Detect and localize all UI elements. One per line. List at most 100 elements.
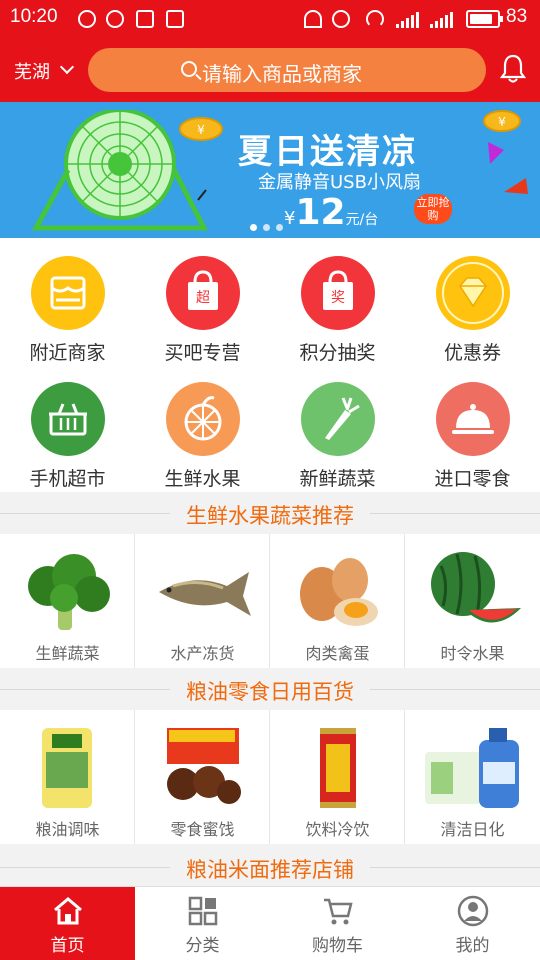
section-header-fresh: 生鲜水果蔬菜推荐 [0, 492, 540, 534]
bell-icon[interactable] [500, 54, 526, 84]
category-points-lottery[interactable]: 奖 积分抽奖 [270, 256, 405, 365]
search-bar[interactable]: 请输入商品或商家 [88, 48, 486, 92]
category-label: 附近商家 [29, 342, 106, 364]
tab-categories[interactable]: 分类 [135, 887, 270, 960]
cell-signal-4g-icon [430, 12, 453, 28]
product-cell-fresh-vegetables[interactable]: 生鲜蔬菜 [0, 534, 135, 668]
category-fresh-fruit[interactable]: 生鲜水果 [135, 382, 270, 491]
category-label: 进口零食 [434, 468, 511, 490]
tab-label: 首页 [50, 936, 85, 956]
category-label: 买吧专营 [164, 342, 241, 364]
drink-can-icon [320, 728, 356, 808]
sync-icon [78, 10, 96, 28]
product-cell-drinks[interactable]: 饮料冷饮 [270, 710, 405, 844]
category-grid: 附近商家 超 买吧专营 奖 积分抽奖 优惠券 手机超市 生鲜水果 新鲜蔬菜 进口… [0, 238, 540, 492]
image-icon [136, 10, 154, 28]
cell-signal-icon [396, 12, 419, 28]
category-imported-snacks[interactable]: 进口零食 [405, 382, 540, 491]
basket-icon [30, 382, 105, 456]
confetti-icon [488, 142, 504, 164]
alarm-icon [332, 10, 350, 28]
banner-title: 夏日送清凉 [238, 132, 418, 172]
category-nearby-merchants[interactable]: 附近商家 [0, 256, 135, 365]
watermelon-icon [431, 552, 521, 623]
tab-cart[interactable]: 购物车 [270, 887, 405, 960]
notification-icon [166, 10, 184, 28]
carrot-icon [300, 382, 375, 456]
orange-slice-icon [165, 382, 240, 456]
product-cell-cleaning[interactable]: 清洁日化 [405, 710, 540, 844]
product-label: 肉类禽蛋 [305, 644, 370, 663]
grid-icon [188, 896, 218, 926]
promo-banner[interactable]: ¥ ¥ 夏日送清凉 金属静音USB小风扇 ¥12元/台 立即抢购 [0, 102, 540, 238]
product-row-groceries: 粮油调味 零食蜜饯 饮料冷饮 清洁日化 [0, 710, 540, 844]
category-fresh-vegetables[interactable]: 新鲜蔬菜 [270, 382, 405, 491]
category-mobile-supermarket[interactable]: 手机超市 [0, 382, 135, 491]
banner-price: ¥12元/台 [284, 192, 378, 233]
svg-text:¥: ¥ [197, 123, 205, 137]
carousel-dot[interactable] [263, 224, 270, 231]
confetti-icon [504, 178, 528, 194]
app-header: 芜湖 请输入商品或商家 [0, 38, 540, 102]
carousel-dot[interactable] [276, 224, 283, 231]
price-value: 12 [295, 192, 346, 233]
product-cell-seasonal-fruit[interactable]: 时令水果 [405, 534, 540, 668]
product-label: 水产冻货 [170, 644, 235, 663]
cloche-icon [435, 382, 510, 456]
city-selector[interactable]: 芜湖 [14, 58, 50, 84]
rice-bag-icon [42, 728, 92, 808]
diamond-icon [435, 256, 510, 330]
coin-icon: ¥ [483, 110, 521, 132]
product-cell-snacks[interactable]: 零食蜜饯 [135, 710, 270, 844]
category-coupons[interactable]: 优惠券 [405, 256, 540, 365]
coin-icon: ¥ [179, 117, 223, 141]
svg-text:超: 超 [196, 290, 210, 306]
tab-label: 我的 [455, 936, 490, 956]
category-label: 手机超市 [29, 468, 106, 490]
section-header-groceries: 粮油零食日用百货 [0, 668, 540, 710]
product-label: 粮油调味 [35, 820, 100, 839]
broccoli-icon [28, 554, 110, 630]
user-icon [457, 895, 489, 927]
search-placeholder: 请输入商品或商家 [202, 62, 362, 86]
mute-icon [304, 10, 322, 28]
category-maiba-specialty[interactable]: 超 买吧专营 [135, 256, 270, 365]
status-time: 10:20 [10, 6, 58, 27]
carousel-dots [250, 224, 283, 231]
detergent-icon [425, 728, 519, 808]
svg-text:奖: 奖 [331, 289, 345, 306]
product-cell-meat-eggs[interactable]: 肉类禽蛋 [270, 534, 405, 668]
chevron-down-icon[interactable] [59, 59, 75, 75]
price-unit: 元/台 [345, 212, 379, 228]
section-title: 生鲜水果蔬菜推荐 [186, 504, 354, 528]
home-icon [54, 897, 82, 925]
banner-subtitle: 金属静音USB小风扇 [258, 172, 421, 193]
category-label: 新鲜蔬菜 [299, 468, 376, 490]
battery-icon [466, 10, 503, 28]
product-cell-frozen-seafood[interactable]: 水产冻货 [135, 534, 270, 668]
product-label: 清洁日化 [440, 820, 505, 839]
snack-box-icon [167, 728, 241, 804]
category-label: 优惠券 [443, 342, 501, 364]
tab-label: 购物车 [312, 936, 363, 956]
eggs-icon [300, 558, 378, 626]
fish-icon [159, 572, 251, 616]
product-row-fresh: 生鲜蔬菜 水产冻货 肉类禽蛋 时令水果 [0, 534, 540, 668]
status-bar: 10:20 83 [0, 0, 540, 38]
section-title: 粮油米面推荐店铺 [186, 858, 354, 882]
product-label: 生鲜蔬菜 [35, 644, 100, 663]
price-symbol: ¥ [284, 208, 296, 229]
product-cell-grain-oil[interactable]: 粮油调味 [0, 710, 135, 844]
tab-home[interactable]: 首页 [0, 887, 135, 960]
carousel-dot[interactable] [250, 224, 257, 231]
storefront-icon [30, 256, 105, 330]
battery-percent: 83 [506, 6, 528, 27]
bottom-nav: 首页 分类 购物车 我的 [0, 886, 540, 960]
tab-profile[interactable]: 我的 [405, 887, 540, 960]
buy-now-badge[interactable]: 立即抢购 [414, 194, 452, 224]
product-label: 时令水果 [440, 644, 505, 663]
wifi-icon [366, 10, 384, 28]
svg-text:¥: ¥ [498, 115, 506, 129]
tab-label: 分类 [185, 936, 220, 956]
search-icon [181, 61, 197, 77]
